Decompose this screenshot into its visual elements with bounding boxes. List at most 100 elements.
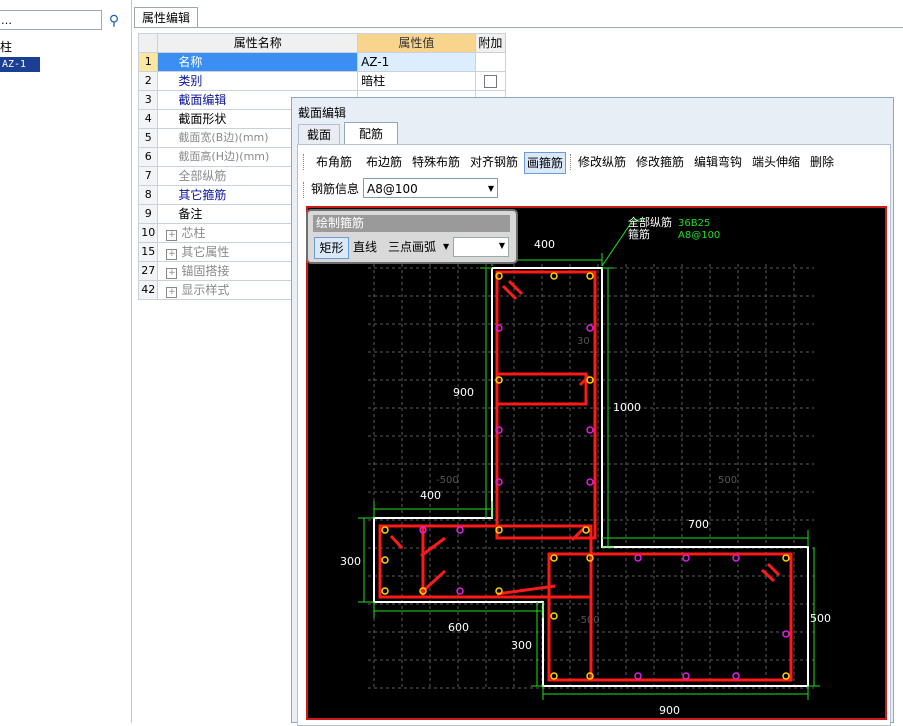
dialog-title: 截面编辑 [298, 106, 347, 120]
dim-label: 300 [511, 639, 532, 652]
end-extend-button[interactable]: 端头伸缩 [750, 152, 802, 172]
rebar-point [381, 526, 389, 534]
search-icon[interactable]: ⚲ [104, 12, 124, 30]
table-row[interactable]: 1 名称 AZ-1 [137, 52, 507, 72]
rectangle-button[interactable]: 矩形 [314, 237, 349, 259]
dim-label: 400 [420, 489, 441, 502]
component-tree-panel: … ⚲ 柱 AZ-1 [0, 0, 132, 723]
search-input[interactable]: … [0, 10, 102, 30]
coord-label: 30 [577, 336, 590, 347]
rebar-point [782, 672, 790, 680]
rebar-point [550, 554, 558, 562]
extra-checkbox[interactable] [483, 75, 497, 88]
row-number: 4 [137, 109, 159, 129]
rebar-point [550, 272, 558, 280]
header-property-value: 属性值 [357, 33, 476, 53]
rebar-annotation: 全部纵筋 箍筋 36B25 A8@100 [628, 215, 720, 241]
table-row[interactable]: 2 类别 暗柱 [137, 71, 507, 91]
row-number: 3 [137, 90, 159, 110]
row-number: 10 [137, 223, 159, 243]
line-button[interactable]: 直线 [353, 237, 377, 257]
dim-label: 900 [659, 704, 680, 717]
coord-label: 500 [718, 475, 737, 486]
special-rebar-button[interactable]: 特殊布筋 [410, 152, 462, 172]
chevron-down-icon[interactable]: ▼ [488, 179, 494, 199]
dim-label: 900 [453, 386, 474, 399]
chevron-down-icon[interactable]: ▼ [499, 241, 505, 250]
delete-button[interactable]: 删除 [808, 152, 836, 172]
tab-reinforcement[interactable]: 配筋 [344, 122, 398, 145]
draw-stirrup-button[interactable]: 画箍筋 [524, 152, 567, 174]
property-name: 显示样式 [181, 283, 230, 297]
rebar-point [782, 554, 790, 562]
dim-label: 300 [340, 555, 361, 568]
dim-label: 600 [448, 621, 469, 634]
property-name: 锚固搭接 [181, 264, 230, 278]
draw-stirrup-toolbar: 绘制箍筋 矩形 直线 三点画弧 ▼ ▼ [306, 209, 518, 264]
rebar-point [550, 612, 558, 620]
tab-section[interactable]: 截面 [298, 124, 340, 146]
dim-label: 700 [688, 518, 709, 531]
edit-hook-button[interactable]: 编辑弯钩 [692, 152, 744, 172]
rebar-point [586, 324, 594, 332]
dimension-lines [358, 219, 820, 700]
row-number: 8 [137, 185, 159, 205]
align-rebar-button[interactable]: 对齐钢筋 [468, 152, 520, 172]
header-extra: 附加 [474, 33, 507, 53]
property-name: 名称 [157, 52, 359, 72]
rebar-info-select[interactable]: A8@100 ▼ [363, 178, 498, 198]
expand-icon[interactable]: + [166, 230, 178, 241]
modify-longitudinal-button[interactable]: 修改纵筋 [576, 152, 628, 172]
property-name: 芯柱 [181, 226, 206, 240]
rebar-point [586, 426, 594, 434]
expand-icon[interactable]: + [166, 249, 178, 260]
label-all-rebar: 全部纵筋 [628, 215, 672, 229]
extra-cell [474, 52, 507, 72]
coord-label: -500 [436, 475, 459, 486]
drawing-canvas[interactable]: -500 500 30 -500 400 900 1000 400 700 30… [306, 206, 887, 720]
toolbar-grip [303, 182, 305, 198]
rebar-point [682, 672, 690, 680]
expand-icon[interactable]: + [166, 268, 178, 279]
tab-property-edit[interactable]: 属性编辑 [134, 7, 198, 28]
rebar-point [586, 478, 594, 486]
grid-corner [137, 33, 159, 53]
dim-label: 500 [810, 612, 831, 625]
property-value[interactable]: AZ-1 [357, 52, 476, 72]
stirrup-style-select[interactable]: ▼ [453, 237, 509, 257]
row-number: 5 [137, 128, 159, 148]
section-drawing[interactable]: -500 500 30 -500 400 900 1000 400 700 30… [308, 208, 885, 718]
tree-node-column[interactable]: 柱 [0, 38, 12, 55]
rebar-info-value: A8@100 [367, 182, 418, 196]
grid-header-row: 属性名称 属性值 附加 [137, 33, 507, 53]
rebar-point [782, 630, 790, 638]
value-all-rebar: 36B25 [678, 218, 710, 229]
rebar-point [634, 554, 642, 562]
dim-label: 400 [534, 238, 555, 251]
expand-icon[interactable]: + [166, 287, 178, 298]
chevron-down-icon[interactable]: ▼ [443, 237, 449, 257]
rebar-point [550, 672, 558, 680]
edge-rebar-button[interactable]: 布边筋 [364, 152, 404, 172]
toolbar-separator [570, 154, 572, 170]
three-point-arc-button[interactable]: 三点画弧 [388, 237, 436, 257]
section-edit-dialog: 截面编辑 截面 配筋 布角筋 布边筋 特殊布筋 对齐钢筋 画箍筋 修改纵筋 修改… [291, 97, 894, 726]
rebar-point [381, 556, 389, 564]
label-stirrup: 箍筋 [628, 227, 650, 241]
dim-label: 1000 [613, 401, 641, 414]
tree-node-az1[interactable]: AZ-1 [0, 57, 40, 72]
property-value[interactable]: 暗柱 [357, 71, 476, 91]
toolbar-grip [303, 154, 305, 170]
toolbar-title[interactable]: 绘制箍筋 [313, 215, 510, 232]
rebar-point [634, 672, 642, 680]
extra-cell [474, 71, 507, 91]
coord-label: -500 [577, 615, 600, 626]
rebar-point [732, 672, 740, 680]
row-number: 7 [137, 166, 159, 186]
row-number: 27 [137, 261, 159, 281]
modify-stirrup-button[interactable]: 修改箍筋 [634, 152, 686, 172]
property-name: 类别 [157, 71, 359, 91]
corner-rebar-button[interactable]: 布角筋 [314, 152, 354, 172]
rebar-point [586, 272, 594, 280]
row-number: 2 [137, 71, 159, 91]
